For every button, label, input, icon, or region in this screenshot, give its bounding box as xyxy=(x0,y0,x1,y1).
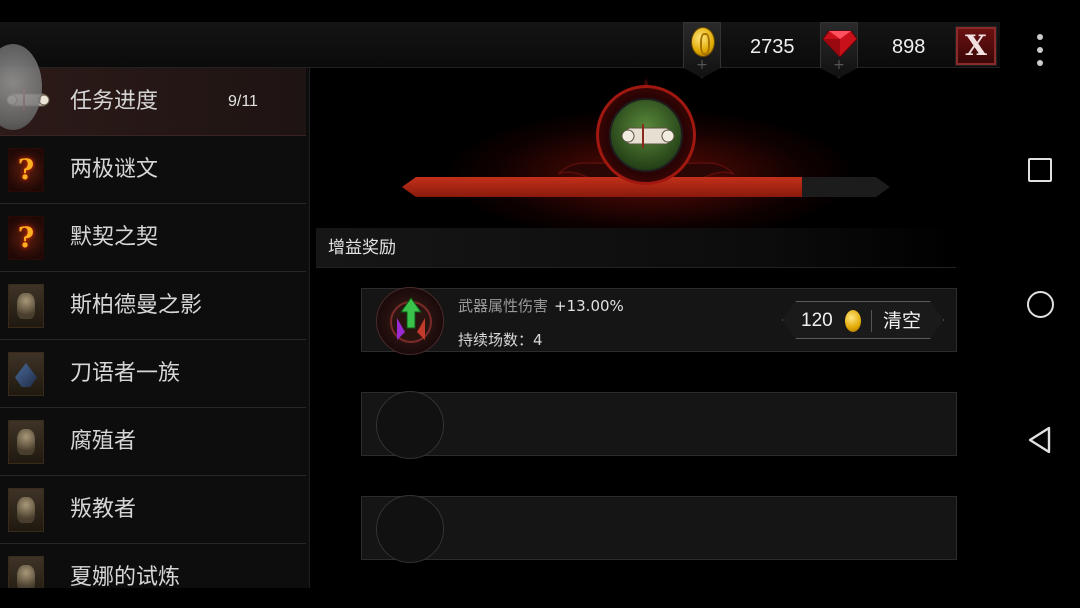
portrait-icon xyxy=(8,488,44,532)
quest-item-label: 默契之契 xyxy=(70,225,159,250)
ruby-gem-icon xyxy=(823,30,857,57)
quest-item-label: 两极谜文 xyxy=(70,157,159,182)
portrait-icon xyxy=(8,420,44,464)
question-icon xyxy=(8,216,44,260)
weapon-buff-icon xyxy=(376,287,444,355)
quest-item-label: 夏娜的试炼 xyxy=(70,565,181,588)
quest-item[interactable]: 夏娜的试炼 xyxy=(0,544,306,588)
empty-buff-slot xyxy=(361,391,957,459)
quest-item[interactable]: 腐殖者 xyxy=(0,408,306,476)
quest-list: 任务进度 9/11 两极谜文 默契之契 斯柏德曼之影 刀语者一族 腐殖者 叛教者… xyxy=(0,68,310,588)
buff-name-line: 武器属性伤害 +13.00% xyxy=(458,295,624,316)
quest-item[interactable]: 斯柏德曼之影 xyxy=(0,272,306,340)
empty-buff-slot xyxy=(361,495,957,563)
quest-item-label: 斯柏德曼之影 xyxy=(70,293,203,318)
gold-amount: 2735 xyxy=(750,36,795,58)
gem-add-button[interactable]: + xyxy=(820,22,858,78)
buff-name: 武器属性伤害 xyxy=(458,297,549,315)
quest-item[interactable]: 默契之契 xyxy=(0,204,306,272)
home-icon[interactable] xyxy=(1027,291,1054,318)
quest-medallion xyxy=(596,85,696,185)
back-triangle-icon[interactable] xyxy=(1027,426,1053,454)
portrait-icon xyxy=(8,284,44,328)
quest-item-label: 刀语者一族 xyxy=(70,361,181,386)
plus-icon: + xyxy=(833,57,845,73)
plus-icon: + xyxy=(696,57,708,73)
clear-price: 120 xyxy=(801,310,833,331)
gold-coin-icon xyxy=(845,310,861,332)
beast-portrait-icon xyxy=(8,352,44,396)
medallion-center xyxy=(609,98,683,172)
buff-value: +13.00% xyxy=(554,297,624,315)
quest-progress-fill xyxy=(402,177,802,197)
quest-item[interactable]: 叛教者 xyxy=(0,476,306,544)
question-icon xyxy=(8,148,44,192)
gold-coin-icon xyxy=(691,27,715,57)
gem-amount: 898 xyxy=(892,36,926,58)
divider xyxy=(871,310,872,332)
quest-item[interactable]: 两极谜文 xyxy=(0,136,306,204)
empty-slot-icon xyxy=(376,495,444,563)
buff-section-title: 增益奖励 xyxy=(316,228,956,268)
quest-progress-count: 9/11 xyxy=(228,93,258,110)
portrait-icon xyxy=(8,556,44,588)
empty-slot-icon xyxy=(376,391,444,459)
quest-item-label: 腐殖者 xyxy=(70,429,137,454)
clear-label: 清空 xyxy=(883,310,922,332)
quest-item-label: 任务进度 xyxy=(70,89,159,114)
close-button[interactable]: X xyxy=(955,26,997,66)
buff-slot: 武器属性伤害 +13.00% 持续场数：4 120 清空 xyxy=(361,287,957,355)
overflow-menu-icon[interactable] xyxy=(1036,34,1044,68)
quest-item-label: 叛教者 xyxy=(70,497,137,522)
quest-item-progress[interactable]: 任务进度 9/11 xyxy=(0,68,306,136)
scroll-icon xyxy=(621,124,675,148)
quest-item[interactable]: 刀语者一族 xyxy=(0,340,306,408)
buff-rounds: 持续场数：4 xyxy=(458,331,543,349)
recent-apps-icon[interactable] xyxy=(1028,158,1052,182)
clear-buff-button[interactable]: 120 清空 xyxy=(782,301,944,339)
gold-add-button[interactable]: + xyxy=(683,22,721,78)
